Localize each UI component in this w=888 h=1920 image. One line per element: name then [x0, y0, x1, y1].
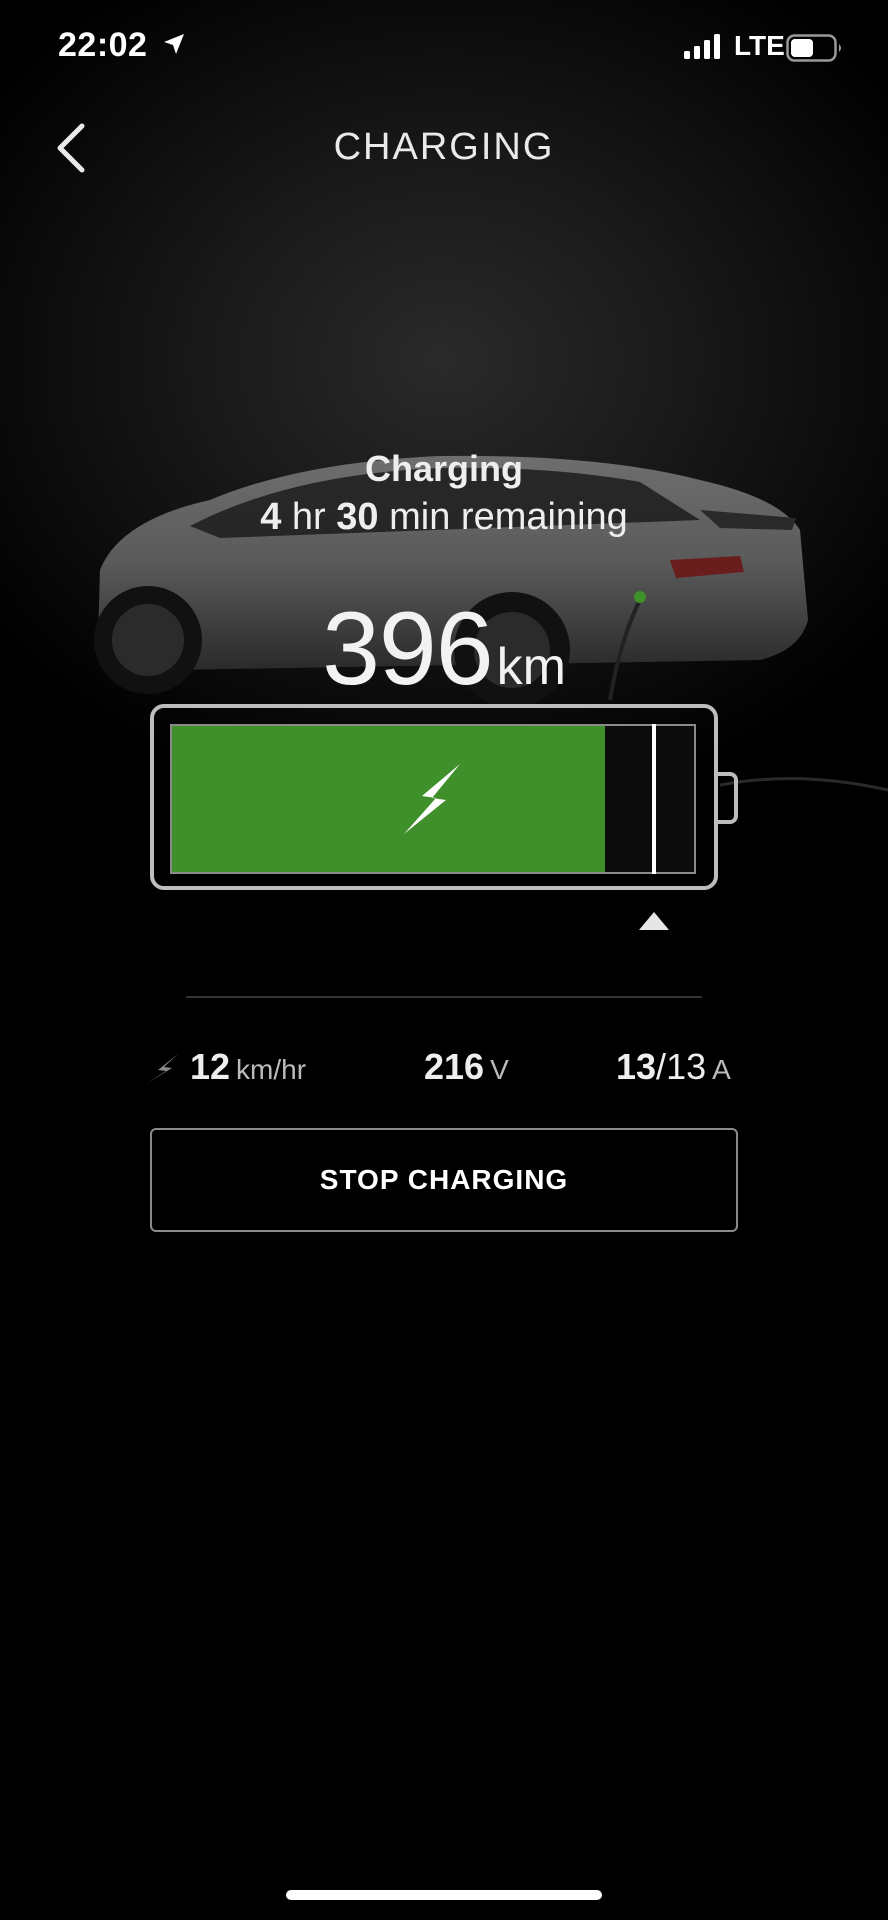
battery-fill: [172, 726, 606, 872]
charge-rate-unit: km/hr: [236, 1054, 307, 1085]
charge-rate-value: 12: [190, 1046, 231, 1087]
remaining-hours: 4: [260, 496, 282, 538]
divider: [186, 996, 702, 998]
status-time: 22:02: [58, 26, 148, 64]
remaining-hours-label: hr: [291, 496, 326, 538]
battery-terminal: [716, 772, 738, 824]
range-value: 396: [322, 591, 494, 707]
page-title: CHARGING: [333, 126, 555, 168]
current: 13/13 A: [616, 1046, 731, 1088]
stop-charging-button[interactable]: STOP CHARGING: [150, 1128, 738, 1232]
current-separator: /: [656, 1046, 667, 1087]
voltage-value: 216: [424, 1046, 485, 1087]
remaining-minutes: 30: [336, 496, 379, 538]
voltage-unit: V: [490, 1054, 509, 1085]
current-value: 13: [616, 1046, 657, 1087]
battery-icon: [786, 34, 841, 62]
voltage: 216 V: [424, 1046, 509, 1088]
charge-rate-icon: [146, 1054, 178, 1084]
charging-status: Charging: [365, 448, 523, 489]
current-max: 13: [666, 1046, 707, 1087]
remaining-minutes-label: min remaining: [389, 496, 628, 538]
status-bar: 22:02 LTE: [0, 0, 888, 100]
location-arrow-icon: [164, 34, 184, 54]
charge-rate: 12 km/hr: [190, 1046, 306, 1088]
home-indicator[interactable]: [286, 1890, 602, 1900]
charge-limit-handle[interactable]: [637, 910, 671, 932]
range-unit: km: [496, 638, 566, 696]
current-unit: A: [712, 1054, 731, 1085]
lightning-bolt-icon: [404, 764, 460, 834]
range-display: 396km: [0, 590, 888, 709]
network-label: LTE: [734, 30, 785, 61]
cell-signal-icon: [684, 34, 720, 59]
time-remaining: 4 hr 30 min remaining: [0, 496, 888, 539]
charge-limit-line: [651, 724, 656, 874]
